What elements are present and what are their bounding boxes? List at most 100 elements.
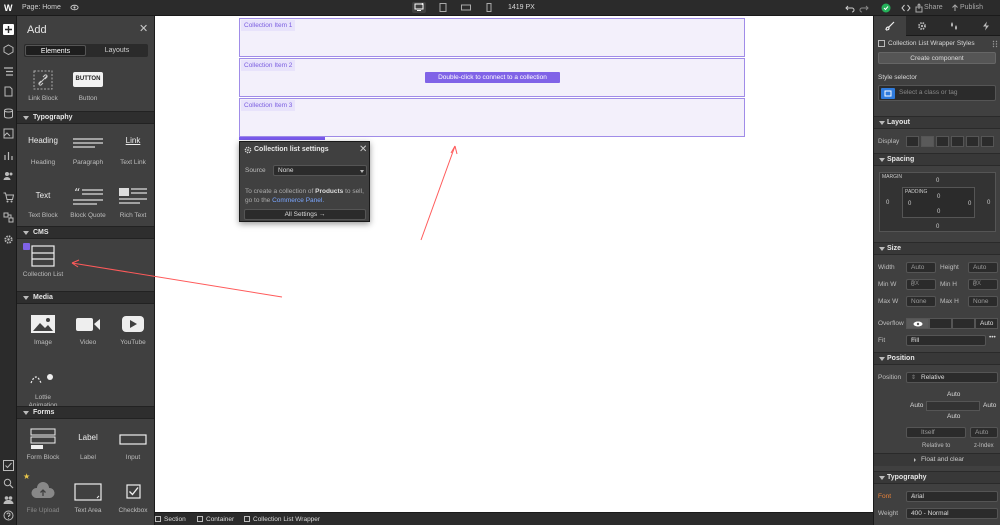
padding-left-value[interactable]: 0 (908, 201, 911, 207)
create-component-button[interactable]: Create component (878, 52, 996, 64)
font-select[interactable]: Arial ⇕ (906, 491, 998, 502)
breadcrumb-container[interactable]: Container (197, 516, 234, 523)
add-icon[interactable] (3, 24, 14, 35)
tab-elements[interactable]: Elements (25, 45, 86, 56)
form-block-element[interactable]: Form Block (20, 428, 66, 462)
section-media[interactable]: Media (17, 291, 154, 304)
margin-right-value[interactable]: 0 (987, 200, 990, 206)
padding-top-value[interactable]: 0 (937, 194, 940, 200)
text-block-element[interactable]: Text Text Block (20, 186, 66, 220)
cube-icon[interactable] (3, 44, 14, 55)
assets-icon[interactable] (3, 128, 14, 139)
overflow-scroll-button[interactable] (952, 318, 975, 329)
section-layout[interactable]: Layout (874, 116, 1000, 129)
pages-icon[interactable] (3, 86, 14, 97)
text-link-element[interactable]: Link Text Link (110, 133, 154, 167)
label-element[interactable]: Label Label (65, 428, 111, 462)
video-element[interactable]: Video (65, 313, 111, 347)
tab-style-manager[interactable] (938, 16, 970, 36)
collaborators-icon[interactable] (3, 494, 14, 505)
padding-bottom-value[interactable]: 0 (937, 209, 940, 215)
paragraph-element[interactable]: Paragraph (65, 133, 111, 167)
tab-settings[interactable] (906, 16, 938, 36)
heading-element[interactable]: Heading Heading (20, 133, 66, 167)
rich-text-element[interactable]: Rich Text (110, 186, 154, 220)
padding-right-value[interactable]: 0 (968, 201, 971, 207)
position-right-value[interactable]: Auto (983, 402, 996, 409)
min-width-input[interactable]: 0 PX (906, 279, 936, 290)
position-select[interactable]: Relative ⇕ (906, 372, 998, 383)
width-input[interactable]: Auto (906, 262, 936, 273)
page-selector[interactable]: Page: Home (22, 4, 61, 11)
close-icon[interactable]: ✕ (139, 22, 148, 35)
checkbox-element[interactable]: Checkbox (110, 481, 154, 515)
breadcrumb-section[interactable]: Section (155, 516, 186, 523)
ecommerce-icon[interactable] (3, 192, 14, 203)
status-check-icon[interactable] (881, 3, 891, 13)
undo-icon[interactable] (845, 3, 855, 13)
link-block-element[interactable]: Link Block (20, 69, 66, 103)
margin-top-value[interactable]: 0 (936, 178, 939, 184)
image-element[interactable]: Image (20, 313, 66, 347)
overflow-visible-button[interactable] (906, 318, 929, 329)
relative-to-select[interactable]: Itself (906, 427, 966, 438)
breadcrumb-collection-list-wrapper[interactable]: Collection List Wrapper (244, 516, 320, 523)
youtube-element[interactable]: YouTube (110, 313, 154, 347)
section-forms[interactable]: Forms (17, 406, 154, 419)
text-area-element[interactable]: Text Area (65, 481, 111, 515)
audit-check-icon[interactable] (3, 460, 14, 471)
section-typography[interactable]: Typography (874, 471, 1000, 484)
share-button[interactable]: Share (924, 4, 943, 11)
fit-select[interactable]: Fill ⇕ (906, 335, 986, 346)
section-position[interactable]: Position (874, 352, 1000, 365)
publish-button[interactable]: Publish (960, 4, 983, 11)
eye-icon[interactable] (70, 3, 79, 12)
section-cms[interactable]: CMS (17, 226, 154, 239)
desktop-breakpoint-button[interactable] (412, 2, 426, 13)
users-icon[interactable] (3, 170, 14, 181)
display-inline-button[interactable] (966, 136, 979, 147)
margin-bottom-value[interactable]: 0 (936, 224, 939, 230)
overflow-hidden-button[interactable] (929, 318, 952, 329)
tablet-breakpoint-button[interactable] (436, 2, 450, 13)
input-element[interactable]: Input (110, 428, 154, 462)
drag-handle-icon[interactable] (992, 40, 998, 48)
settings-gear-icon[interactable] (3, 234, 14, 245)
webflow-logo[interactable]: W (4, 3, 13, 13)
class-selector-input[interactable]: Select a class or tag (878, 85, 996, 101)
max-width-input[interactable]: None (906, 296, 936, 307)
section-typography[interactable]: Typography (17, 111, 154, 124)
navigator-icon[interactable] (3, 66, 14, 77)
display-inline-block-button[interactable] (951, 136, 964, 147)
weight-select[interactable]: 400 - Normal ⇕ (906, 508, 998, 519)
position-left-value[interactable]: Auto (910, 402, 923, 409)
more-options-icon[interactable]: ••• (989, 334, 996, 341)
redo-icon[interactable] (859, 3, 869, 13)
lottie-element[interactable]: LottieAnimation (20, 368, 66, 410)
tab-interactions[interactable] (970, 16, 1000, 36)
help-icon[interactable] (3, 510, 14, 521)
display-block-button[interactable] (906, 136, 919, 147)
tab-style[interactable] (874, 16, 906, 36)
cms-icon[interactable] (3, 108, 14, 119)
max-height-input[interactable]: None (968, 296, 998, 307)
position-bottom-value[interactable]: Auto (947, 413, 960, 420)
collection-list-element[interactable]: Collection List (20, 245, 66, 279)
design-canvas[interactable]: Collection Item 1 Collection Item 2 Coll… (155, 16, 873, 512)
mobile-landscape-breakpoint-button[interactable] (459, 2, 473, 13)
display-grid-button[interactable] (936, 136, 949, 147)
overflow-auto-button[interactable]: Auto (975, 318, 998, 329)
height-input[interactable]: Auto (968, 262, 998, 273)
position-top-value[interactable]: Auto (947, 391, 960, 398)
button-element[interactable]: BUTTON Button (65, 69, 111, 103)
section-size[interactable]: Size (874, 242, 1000, 255)
tab-layouts[interactable]: Layouts (87, 45, 147, 56)
display-flex-button[interactable] (921, 136, 934, 147)
z-index-input[interactable]: Auto (970, 427, 998, 438)
block-quote-element[interactable]: “ Block Quote (65, 186, 111, 220)
display-none-button[interactable] (981, 136, 994, 147)
section-spacing[interactable]: Spacing (874, 153, 1000, 166)
code-export-icon[interactable] (901, 3, 911, 13)
logic-icon[interactable] (3, 212, 14, 223)
min-height-input[interactable]: 0 PX (968, 279, 998, 290)
